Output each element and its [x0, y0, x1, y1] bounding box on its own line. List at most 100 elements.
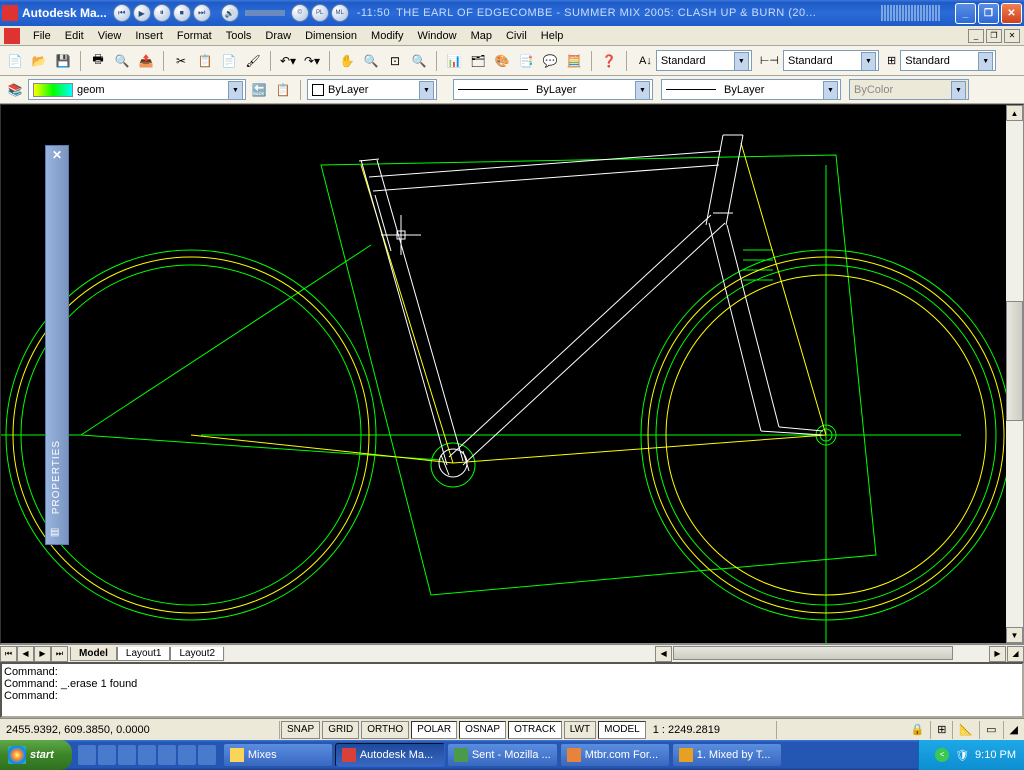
toggle-ortho[interactable]: ORTHO — [361, 721, 409, 739]
media-stop-icon[interactable]: ⏹ — [173, 4, 191, 22]
status-icon2[interactable]: ⊞ — [931, 721, 953, 739]
vscroll-thumb[interactable] — [1006, 301, 1023, 421]
drawing-canvas[interactable]: ✕ PROPERTIES ▤ ▲ ▼ — [0, 104, 1024, 644]
hscroll-left-icon[interactable]: ◀ — [655, 646, 672, 662]
redo-icon[interactable]: ↷▾ — [301, 50, 323, 72]
menu-modify[interactable]: Modify — [364, 28, 410, 44]
layer-manager-icon[interactable]: 📚 — [4, 79, 26, 101]
properties-expand-icon[interactable]: ▤ — [50, 527, 59, 538]
status-icon1[interactable]: 🔒 — [905, 721, 932, 739]
undo-icon[interactable]: ↶▾ — [277, 50, 299, 72]
menu-tools[interactable]: Tools — [219, 28, 259, 44]
taskbar-item-mixes[interactable]: Mixes — [223, 743, 333, 767]
ql-icon7[interactable] — [198, 745, 216, 765]
text-style-dropdown[interactable]: Standard — [656, 50, 752, 71]
media-opt3-icon[interactable]: ML — [331, 4, 349, 22]
menu-map[interactable]: Map — [464, 28, 499, 44]
toggle-model[interactable]: MODEL — [598, 721, 646, 739]
hscroll-right-icon[interactable]: ▶ — [989, 646, 1006, 662]
linetype-dropdown[interactable]: ByLayer — [453, 79, 653, 100]
menu-dimension[interactable]: Dimension — [298, 28, 364, 44]
taskbar-item-mtbr[interactable]: Mtbr.com For... — [560, 743, 670, 767]
toggle-polar[interactable]: POLAR — [411, 721, 457, 739]
ql-icon4[interactable] — [138, 745, 156, 765]
pan-icon[interactable]: ✋ — [336, 50, 358, 72]
status-icon4[interactable]: ▭ — [980, 721, 1003, 739]
dim-style-dropdown[interactable]: Standard — [783, 50, 879, 71]
menu-view[interactable]: View — [91, 28, 129, 44]
mdi-close-button[interactable]: ✕ — [1004, 29, 1020, 43]
preview-icon[interactable]: 🔍 — [111, 50, 133, 72]
toggle-lwt[interactable]: LWT — [564, 721, 596, 739]
toggle-snap[interactable]: SNAP — [281, 721, 320, 739]
mdi-minimize-button[interactable]: _ — [968, 29, 984, 43]
ssm-icon[interactable]: 📑 — [515, 50, 537, 72]
media-vol-slider[interactable] — [245, 10, 285, 16]
zoom-rt-icon[interactable]: 🔍 — [360, 50, 382, 72]
menu-draw[interactable]: Draw — [258, 28, 298, 44]
ql-icon3[interactable] — [118, 745, 136, 765]
menu-civil[interactable]: Civil — [499, 28, 534, 44]
media-opt1-icon[interactable]: © — [291, 4, 309, 22]
tab-next-icon[interactable]: ▶ — [34, 646, 51, 662]
media-next-icon[interactable]: ⏭ — [193, 4, 211, 22]
markup-icon[interactable]: 💬 — [539, 50, 561, 72]
zoom-prev-icon[interactable]: 🔍 — [408, 50, 430, 72]
menu-help[interactable]: Help — [534, 28, 571, 44]
tab-first-icon[interactable]: ⏮ — [0, 646, 17, 662]
menu-format[interactable]: Format — [170, 28, 219, 44]
taskbar-item-sent[interactable]: Sent - Mozilla ... — [447, 743, 558, 767]
calc-icon[interactable]: 🧮 — [563, 50, 585, 72]
scroll-up-icon[interactable]: ▲ — [1006, 105, 1023, 121]
menu-file[interactable]: File — [26, 28, 58, 44]
mdi-restore-button[interactable]: ❐ — [986, 29, 1002, 43]
tray-expand-icon[interactable]: < — [935, 748, 949, 762]
tab-layout2[interactable]: Layout2 — [170, 647, 224, 661]
toggle-grid[interactable]: GRID — [322, 721, 359, 739]
tab-layout1[interactable]: Layout1 — [117, 647, 171, 661]
status-icon3[interactable]: 📐 — [953, 721, 980, 739]
layer-dropdown[interactable]: geom — [28, 79, 246, 100]
dc-icon[interactable]: 🗂 — [467, 50, 489, 72]
tp-icon[interactable]: 🎨 — [491, 50, 513, 72]
close-button[interactable]: ✕ — [1001, 3, 1022, 24]
tab-prev-icon[interactable]: ◀ — [17, 646, 34, 662]
tab-model[interactable]: Model — [70, 647, 117, 661]
ql-icon2[interactable] — [98, 745, 116, 765]
open-icon[interactable]: 📂 — [28, 50, 50, 72]
layer-states-icon[interactable]: 📋 — [272, 79, 294, 101]
vertical-scrollbar[interactable]: ▲ ▼ — [1006, 105, 1023, 643]
cut-icon[interactable]: ✂ — [170, 50, 192, 72]
clock[interactable]: 9:10 PM — [975, 749, 1016, 761]
hscroll-thumb[interactable] — [673, 646, 953, 660]
properties-panel[interactable]: ✕ PROPERTIES ▤ — [45, 145, 69, 545]
ql-icon6[interactable] — [178, 745, 196, 765]
taskbar-item-autodesk[interactable]: Autodesk Ma... — [335, 743, 445, 767]
scroll-down-icon[interactable]: ▼ — [1006, 627, 1023, 643]
paste-icon[interactable]: 📄 — [218, 50, 240, 72]
layer-prev-icon[interactable]: 🔙 — [248, 79, 270, 101]
taskbar-item-mixed[interactable]: 1. Mixed by T... — [672, 743, 782, 767]
properties-close-icon[interactable]: ✕ — [47, 148, 67, 166]
ql-icon1[interactable] — [78, 745, 96, 765]
menu-insert[interactable]: Insert — [128, 28, 170, 44]
media-pause-icon[interactable]: ⏸ — [153, 4, 171, 22]
ql-icon5[interactable] — [158, 745, 176, 765]
tray-shield-icon[interactable]: 🛡 — [955, 749, 969, 762]
hscroll-track[interactable]: ◀ ▶ — [225, 646, 1006, 662]
media-play-icon[interactable]: ▶ — [133, 4, 151, 22]
menu-edit[interactable]: Edit — [58, 28, 91, 44]
doc-icon[interactable] — [4, 28, 20, 44]
media-prev-icon[interactable]: ⏮ — [113, 4, 131, 22]
media-vol-icon[interactable]: 🔊 — [221, 4, 239, 22]
media-opt2-icon[interactable]: PL — [311, 4, 329, 22]
maximize-button[interactable]: ❐ — [978, 3, 999, 24]
print-icon[interactable]: 🖶 — [87, 50, 109, 72]
match-icon[interactable]: 🖌 — [242, 50, 264, 72]
plotstyle-dropdown[interactable]: ByColor — [849, 79, 969, 100]
tab-last-icon[interactable]: ⏭ — [51, 646, 68, 662]
new-icon[interactable]: 📄 — [4, 50, 26, 72]
toggle-osnap[interactable]: OSNAP — [459, 721, 506, 739]
start-button[interactable]: start — [0, 740, 72, 770]
lineweight-dropdown[interactable]: ByLayer — [661, 79, 841, 100]
